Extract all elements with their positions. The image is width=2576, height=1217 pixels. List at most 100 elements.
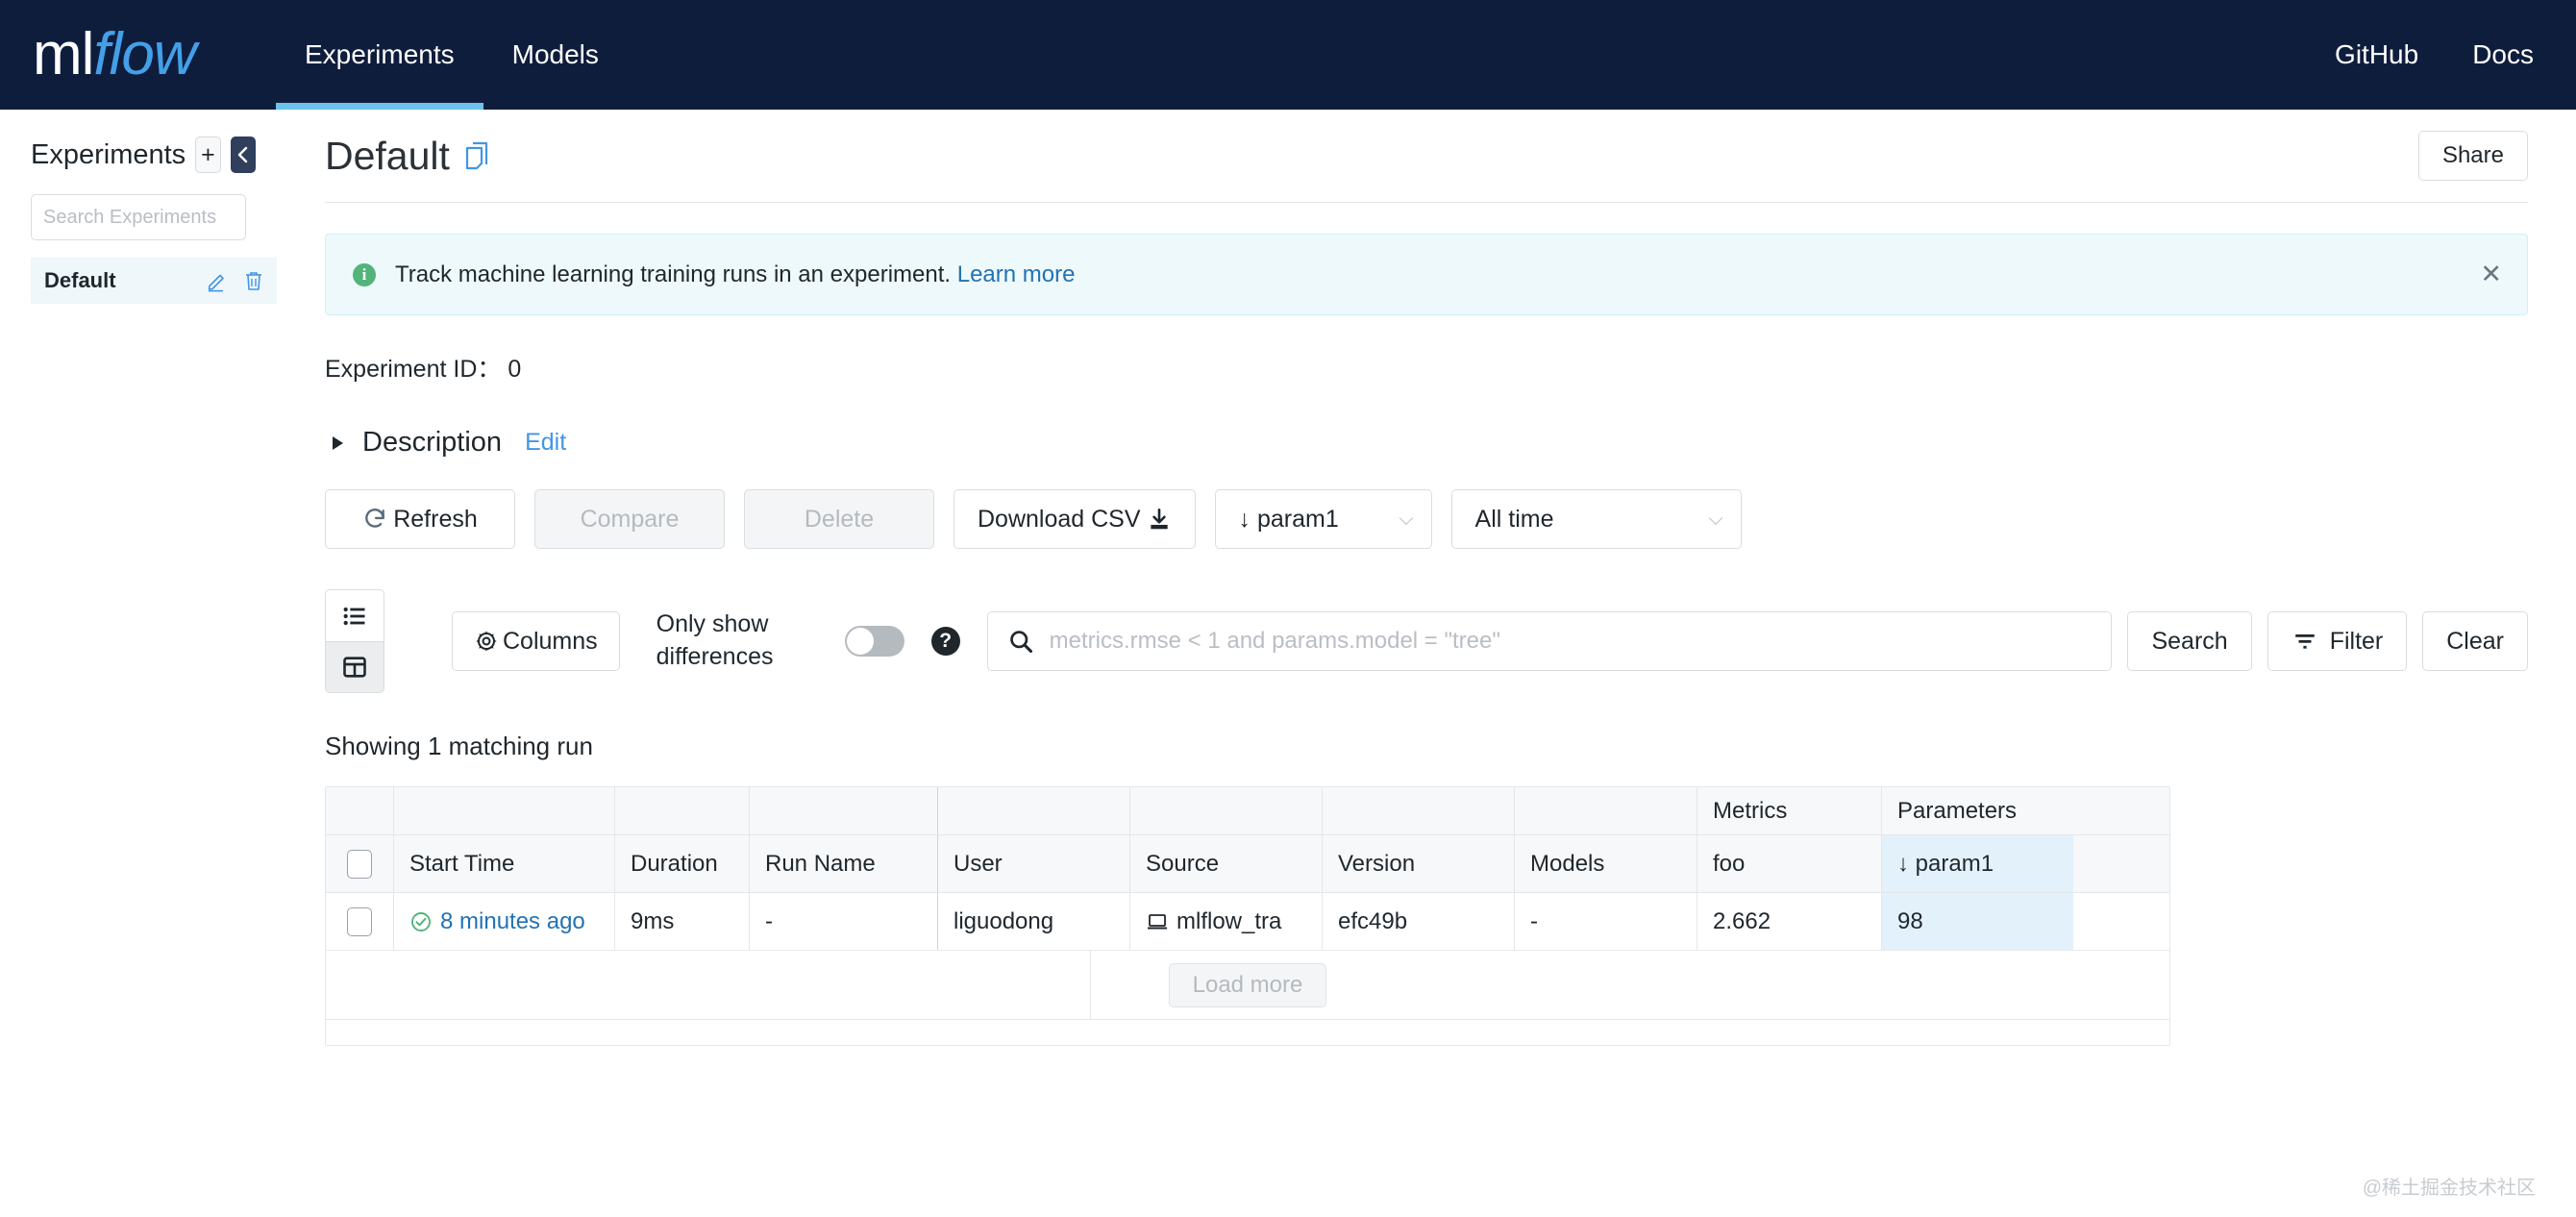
table-row[interactable]: 8 minutes ago 9ms - liguodong mlflow_tra… xyxy=(326,893,2169,951)
cell-metric-foo: 2.662 xyxy=(1697,893,1881,950)
table-group-header-row: Metrics Parameters xyxy=(326,787,2169,835)
load-more-row: Load more xyxy=(326,951,2169,1020)
compare-button[interactable]: Compare xyxy=(534,489,725,549)
copy-icon[interactable] xyxy=(463,140,492,171)
column-header-run-name[interactable]: Run Name xyxy=(749,835,937,892)
main-content: Default Share i Track machine learning t… xyxy=(279,110,2576,1217)
select-all-checkbox[interactable] xyxy=(347,849,372,879)
grid-view-icon xyxy=(343,657,366,678)
nav-tab-models-label: Models xyxy=(511,39,599,69)
group-cell-source xyxy=(1129,787,1322,834)
description-edit-link[interactable]: Edit xyxy=(525,429,566,457)
grid-view-button[interactable] xyxy=(325,641,384,693)
search-experiments-input[interactable] xyxy=(31,194,246,240)
column-header-user[interactable]: User xyxy=(937,835,1129,892)
only-show-differences-toggle[interactable] xyxy=(844,626,904,657)
cell-param-param1: 98 xyxy=(1881,893,2073,950)
nav-tabs: Experiments Models xyxy=(276,0,628,110)
sort-dropdown[interactable]: ↓ param1 ⌵ xyxy=(1214,489,1432,549)
list-view-button[interactable] xyxy=(325,589,384,641)
column-header-foo[interactable]: foo xyxy=(1697,835,1881,892)
description-label: Description xyxy=(362,427,503,458)
cell-start-time: 8 minutes ago xyxy=(393,893,614,950)
cell-source: mlflow_tra xyxy=(1129,893,1322,950)
collapse-sidebar-button[interactable] xyxy=(230,137,256,173)
info-banner: i Track machine learning training runs i… xyxy=(325,234,2528,315)
chevron-right-icon[interactable] xyxy=(333,435,343,450)
top-navigation-bar: mlflow Experiments Models GitHub Docs xyxy=(0,0,2576,110)
runs-toolbar-secondary: Columns Only show differences ? Search xyxy=(325,589,2528,693)
search-runs-box xyxy=(986,611,2113,671)
column-header-start-time[interactable]: Start Time xyxy=(393,835,614,892)
nav-tab-experiments-label: Experiments xyxy=(305,39,455,69)
cell-models: - xyxy=(1514,893,1697,950)
group-cell-select xyxy=(326,787,393,834)
search-icon xyxy=(1009,631,1032,654)
sidebar-item-label: Default xyxy=(44,268,116,292)
nav-tab-experiments[interactable]: Experiments xyxy=(276,0,483,110)
download-csv-button[interactable]: Download CSV xyxy=(954,489,1196,549)
start-time-link[interactable]: 8 minutes ago xyxy=(440,908,585,935)
time-range-dropdown[interactable]: All time ⌵ xyxy=(1450,489,1742,549)
watermark: @稀土掘金技术社区 xyxy=(2362,1178,2536,1199)
select-all-checkbox-cell xyxy=(326,835,393,892)
load-more-button[interactable]: Load more xyxy=(1168,962,1327,1007)
column-header-models[interactable]: Models xyxy=(1514,835,1697,892)
info-icon: i xyxy=(353,262,376,286)
results-count: Showing 1 matching run xyxy=(325,732,593,760)
search-help-icon[interactable]: ? xyxy=(930,627,960,656)
experiments-list: Default xyxy=(31,258,277,304)
banner-message: Track machine learning training runs in … xyxy=(395,261,952,287)
source-label: mlflow_tra xyxy=(1177,907,1282,934)
page-title: Default xyxy=(325,133,450,178)
chevron-down-icon: ⌵ xyxy=(1708,508,1723,530)
column-header-source[interactable]: Source xyxy=(1129,835,1322,892)
nav-link-github[interactable]: GitHub xyxy=(2335,39,2418,70)
clear-button[interactable]: Clear xyxy=(2422,611,2528,671)
sidebar-header: Experiments + xyxy=(31,137,256,173)
experiment-header: Default Share xyxy=(325,131,2528,203)
sidebar-title: Experiments xyxy=(31,138,186,170)
table-header-row: Start Time Duration Run Name User Source… xyxy=(326,835,2169,893)
column-header-duration[interactable]: Duration xyxy=(614,835,749,892)
row-checkbox[interactable] xyxy=(347,907,372,936)
filter-icon xyxy=(2294,633,2315,649)
learn-more-link[interactable]: Learn more xyxy=(957,261,1076,287)
column-header-param1[interactable]: ↓ param1 xyxy=(1881,835,2073,892)
pencil-icon[interactable] xyxy=(206,269,229,292)
nav-link-docs[interactable]: Docs xyxy=(2472,39,2534,70)
refresh-button[interactable]: Refresh xyxy=(325,489,515,549)
runs-toolbar-primary: Refresh Compare Delete Download CSV ↓ pa… xyxy=(325,489,2528,549)
new-experiment-button[interactable]: + xyxy=(195,137,221,173)
cell-run-name: - xyxy=(749,893,937,950)
search-button[interactable]: Search xyxy=(2127,611,2252,671)
group-cell-version xyxy=(1322,787,1514,834)
experiments-sidebar: Experiments + Default xyxy=(0,110,279,1217)
toggle-knob xyxy=(846,628,874,655)
time-range-value: All time xyxy=(1474,505,1554,533)
group-cell-models xyxy=(1514,787,1697,834)
trash-icon[interactable] xyxy=(242,269,265,292)
group-cell-duration xyxy=(614,787,749,834)
cell-version: efc49b xyxy=(1322,893,1514,950)
filter-button[interactable]: Filter xyxy=(2266,611,2408,671)
only-show-differences-label: Only show differences xyxy=(656,610,774,670)
gear-icon xyxy=(476,631,497,652)
logo-text-ml: ml xyxy=(33,21,94,87)
list-view-icon xyxy=(343,607,365,625)
compare-label: Compare xyxy=(580,505,680,533)
group-cell-run-name xyxy=(749,787,937,834)
share-button[interactable]: Share xyxy=(2417,131,2528,181)
table-footer-spacer xyxy=(326,1020,2169,1045)
experiment-id-value: 0 xyxy=(508,356,522,383)
columns-button[interactable]: Columns xyxy=(452,611,620,671)
search-runs-input[interactable] xyxy=(1049,628,2093,655)
close-icon[interactable]: ✕ xyxy=(2480,261,2502,287)
nav-tab-models[interactable]: Models xyxy=(483,0,628,110)
column-header-version[interactable]: Version xyxy=(1322,835,1514,892)
banner-text: Track machine learning training runs in … xyxy=(395,261,1075,288)
mlflow-logo[interactable]: mlflow xyxy=(0,0,276,110)
delete-button[interactable]: Delete xyxy=(744,489,934,549)
sidebar-item-default[interactable]: Default xyxy=(31,258,277,304)
chevron-down-icon: ⌵ xyxy=(1399,508,1414,530)
